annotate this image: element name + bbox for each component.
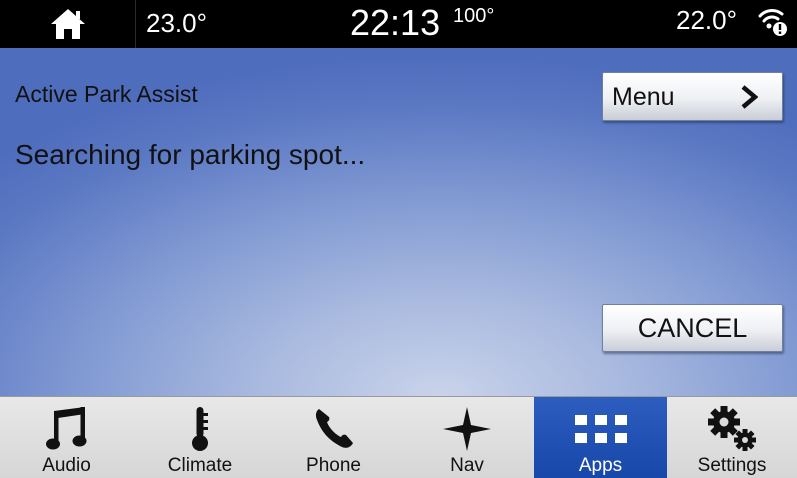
tab-apps[interactable]: Apps (534, 397, 667, 478)
cancel-button-label: CANCEL (637, 313, 748, 343)
status-message: Searching for parking spot... (15, 139, 366, 170)
tab-settings[interactable]: Settings (667, 397, 797, 478)
thermometer-icon (192, 407, 208, 451)
tab-label: Nav (450, 455, 484, 476)
tab-label: Audio (42, 455, 91, 476)
tab-label: Climate (167, 455, 233, 476)
phone-icon (315, 409, 353, 448)
tab-label: Settings (697, 455, 767, 476)
apps-grid-icon (574, 415, 627, 443)
music-note-icon (45, 407, 86, 450)
compass-star-icon (443, 407, 491, 451)
bottom-nav: Audio Climate Phone Nav Apps Settings (0, 396, 797, 478)
passenger-temperature[interactable]: 22.0° (676, 5, 737, 35)
outside-temperature: 100° (453, 5, 495, 27)
status-bar: 23.0° 22:13 100° 22.0° (0, 0, 797, 48)
main-panel: Active Park Assist Searching for parking… (0, 48, 797, 396)
tab-audio[interactable]: Audio (0, 397, 133, 478)
chevron-right-icon (741, 85, 758, 109)
home-button[interactable] (0, 0, 136, 48)
wifi-alert-icon[interactable] (757, 5, 789, 37)
tab-nav[interactable]: Nav (400, 397, 534, 478)
cancel-button[interactable]: CANCEL (602, 304, 783, 352)
menu-button-label: Menu (612, 83, 675, 111)
page-title: Active Park Assist (15, 81, 198, 107)
clock: 22:13 (350, 2, 441, 43)
home-icon (50, 9, 85, 39)
tab-label: Apps (578, 455, 623, 476)
tab-climate[interactable]: Climate (133, 397, 267, 478)
menu-button[interactable]: Menu (602, 72, 783, 121)
tab-phone[interactable]: Phone (267, 397, 400, 478)
tab-label: Phone (306, 455, 361, 476)
driver-temperature[interactable]: 23.0° (146, 8, 207, 38)
gears-icon (708, 406, 756, 451)
